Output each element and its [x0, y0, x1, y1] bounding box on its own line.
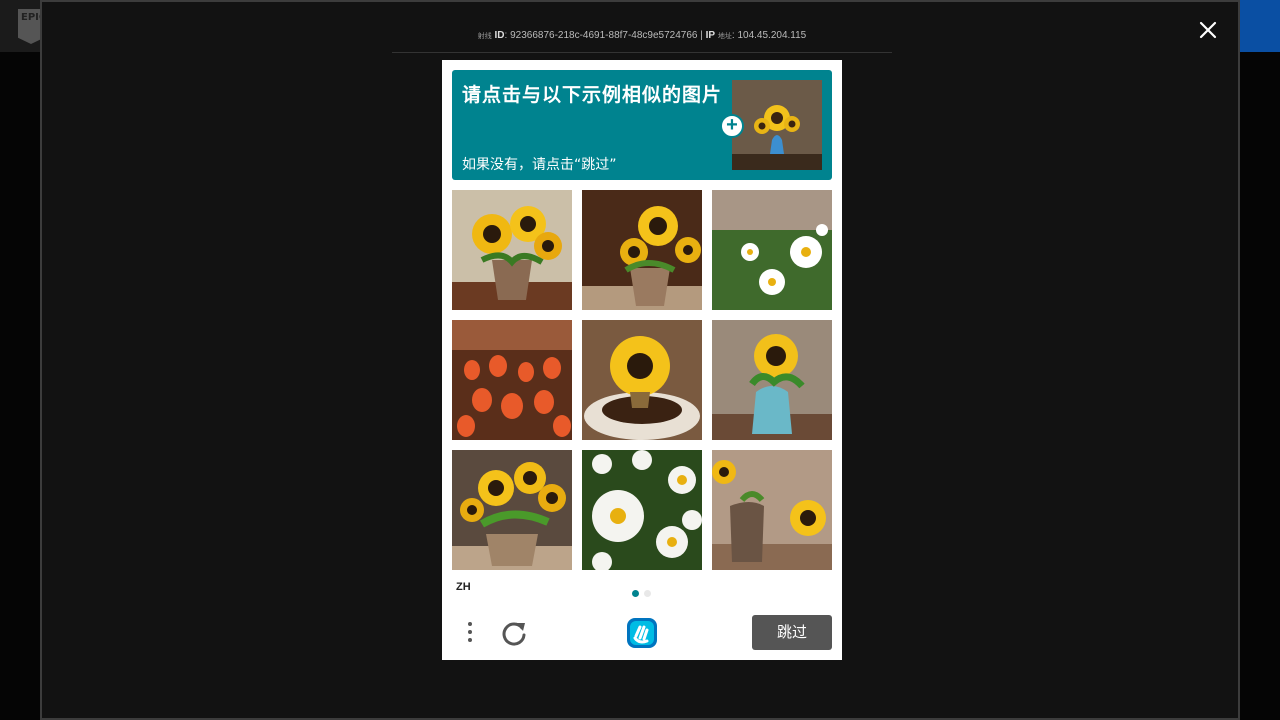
prompt-title: 请点击与以下示例相似的图片 [462, 84, 723, 106]
challenge-tile-4[interactable] [452, 320, 572, 440]
ray-id-info: 射线 ID: 92366876-218c-4691-88f7-48c9e5724… [477, 30, 807, 41]
prompt-subtitle: 如果没有，请点击“跳过” [462, 157, 617, 173]
divider [392, 52, 892, 53]
challenge-tile-9[interactable] [712, 450, 832, 570]
plus-icon: + [720, 114, 744, 138]
hcaptcha-logo-icon[interactable] [625, 616, 659, 650]
challenge-tile-2[interactable] [582, 190, 702, 310]
challenge-tile-8[interactable] [582, 450, 702, 570]
language-selector[interactable]: ZH [456, 581, 471, 593]
example-image [732, 80, 822, 170]
challenge-tile-6[interactable] [712, 320, 832, 440]
challenge-prompt: 请点击与以下示例相似的图片 如果没有，请点击“跳过” + [452, 70, 832, 180]
challenge-tile-3[interactable] [712, 190, 832, 310]
captcha-widget: 请点击与以下示例相似的图片 如果没有，请点击“跳过” + ZH 跳过 [442, 60, 842, 660]
more-vertical-icon[interactable] [462, 620, 478, 646]
skip-button[interactable]: 跳过 [752, 615, 832, 650]
image-grid [452, 190, 832, 570]
close-icon[interactable] [1196, 18, 1220, 42]
page-dot-active [632, 590, 639, 597]
background-sign-in-button [1238, 0, 1280, 52]
challenge-tile-7[interactable] [452, 450, 572, 570]
challenge-tile-5[interactable] [582, 320, 702, 440]
page-dot [644, 590, 651, 597]
challenge-tile-1[interactable] [452, 190, 572, 310]
captcha-overlay: 射线 ID: 92366876-218c-4691-88f7-48c9e5724… [40, 0, 1240, 720]
refresh-icon[interactable] [500, 619, 528, 647]
